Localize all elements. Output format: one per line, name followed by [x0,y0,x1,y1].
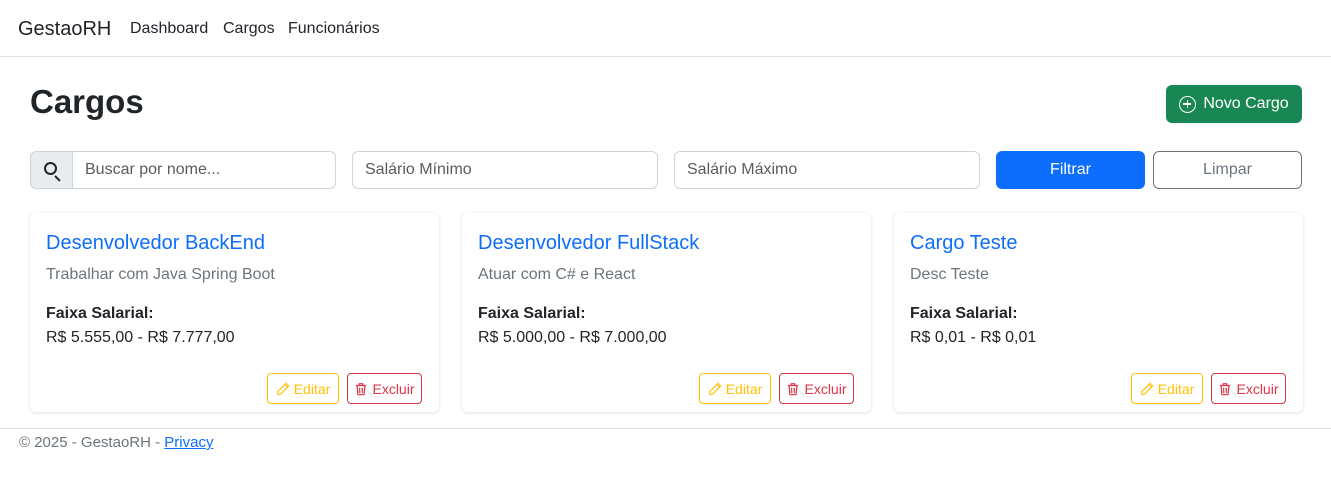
card-title: Desenvolvedor BackEnd [46,232,266,254]
delete-button[interactable]: Excluir [347,373,422,404]
search-addon [30,151,72,189]
card-description: Trabalhar com Java Spring Boot [46,266,275,283]
clear-button[interactable]: Limpar [1153,151,1302,189]
card-salary-label: Faixa Salarial: [478,305,586,322]
cargo-card: Cargo Teste Desc Teste Faixa Salarial: R… [894,213,1303,412]
edit-button[interactable]: Editar [699,373,771,404]
filter-button[interactable]: Filtrar [996,151,1145,189]
trash-icon [788,382,799,395]
max-salary-input[interactable] [674,151,980,189]
nav-link-funcionarios[interactable]: Funcionários [288,19,380,39]
nav-link-cargos[interactable]: Cargos [223,19,275,39]
nav-link-dashboard[interactable]: Dashboard [130,19,208,39]
pencil-icon [1140,382,1154,395]
edit-label: Editar [293,380,331,397]
delete-label: Excluir [372,380,415,397]
min-salary-input[interactable] [352,151,658,189]
pencil-icon [276,382,290,395]
footer: © 2025 - GestaoRH - Privacy [0,428,1331,496]
card-salary-range: R$ 5.000,00 - R$ 7.000,00 [478,329,667,346]
new-cargo-label: Novo Cargo [1203,95,1289,112]
privacy-link[interactable]: Privacy [164,434,213,451]
cargo-card: Desenvolvedor FullStack Atuar com C# e R… [462,213,871,412]
card-title: Cargo Teste [910,232,1018,254]
footer-copyright: © 2025 - GestaoRH - [19,434,165,451]
delete-button[interactable]: Excluir [1211,373,1286,404]
delete-label: Excluir [804,380,847,397]
card-salary-range: R$ 5.555,00 - R$ 7.777,00 [46,329,235,346]
search-group [30,151,336,189]
cargo-card: Desenvolvedor BackEnd Trabalhar com Java… [30,213,439,412]
card-salary-label: Faixa Salarial: [46,305,154,322]
delete-label: Excluir [1236,380,1279,397]
page-title: Cargos [30,83,144,120]
card-description: Atuar com C# e React [478,266,636,283]
trash-icon [1220,382,1231,395]
footer-text: © 2025 - GestaoRH - Privacy [19,434,213,452]
card-description: Desc Teste [910,266,989,283]
new-cargo-button[interactable]: Novo Cargo [1166,85,1302,123]
card-salary-range: R$ 0,01 - R$ 0,01 [910,329,1037,346]
brand-link[interactable]: GestaoRH [18,17,111,41]
search-icon [43,162,57,175]
card-title: Desenvolvedor FullStack [478,232,700,254]
edit-label: Editar [1157,380,1195,397]
edit-button[interactable]: Editar [267,373,339,404]
edit-button[interactable]: Editar [1131,373,1203,404]
search-input[interactable] [72,151,336,189]
trash-icon [356,382,367,395]
navbar: GestaoRH Dashboard Cargos Funcionários [0,0,1331,57]
edit-label: Editar [725,380,763,397]
delete-button[interactable]: Excluir [779,373,854,404]
pencil-icon [708,382,722,395]
card-salary-label: Faixa Salarial: [910,305,1018,322]
plus-circle-icon [1179,95,1197,113]
